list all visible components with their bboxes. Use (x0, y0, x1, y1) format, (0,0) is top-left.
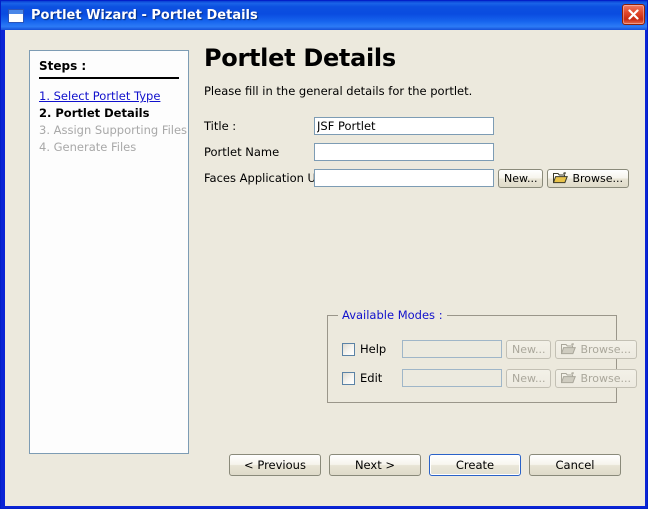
portlet-name-label: Portlet Name (204, 145, 280, 159)
help-browse-button-label: Browse... (580, 342, 632, 356)
cancel-button[interactable]: Cancel (529, 454, 621, 476)
create-button-label: Create (455, 458, 495, 472)
url-new-button-label: New... (504, 171, 538, 185)
sidebar-item-generate-files: 4. Generate Files (39, 140, 137, 154)
edit-browse-button-label: Browse... (580, 371, 632, 385)
help-mode-label: Help (360, 342, 387, 356)
page-title: Portlet Details (204, 44, 396, 72)
next-button[interactable]: Next > (329, 454, 421, 476)
title-bar: Portlet Wizard - Portlet Details (1, 1, 647, 30)
help-new-button: New... (506, 339, 552, 359)
dialog-client-area: Steps : 1. Select Portlet Type 2. Portle… (5, 30, 645, 506)
mode-row-help: Help New... Browse... (342, 339, 638, 359)
available-modes-legend: Available Modes : (338, 308, 447, 322)
previous-button-label: < Previous (244, 458, 306, 472)
faces-application-url-row: Faces Application URL New... Browse... (204, 168, 634, 188)
title-row: Title : (204, 116, 634, 136)
available-modes-groupbox: Available Modes : Help New... Browse... … (327, 308, 638, 403)
edit-mode-checkbox[interactable] (342, 371, 355, 385)
edit-browse-button: Browse... (555, 368, 638, 388)
help-browse-button: Browse... (555, 339, 638, 359)
portlet-name-input[interactable] (314, 143, 494, 161)
url-new-button[interactable]: New... (498, 168, 544, 188)
folder-icon (553, 171, 569, 184)
edit-mode-input (402, 369, 502, 387)
title-input[interactable] (314, 117, 494, 135)
previous-button[interactable]: < Previous (229, 454, 321, 476)
window-title: Portlet Wizard - Portlet Details (31, 8, 258, 23)
help-new-button-label: New... (512, 342, 546, 356)
steps-heading: Steps : (39, 59, 87, 73)
sidebar-item-select-portlet-type[interactable]: 1. Select Portlet Type (39, 88, 179, 105)
window-icon (8, 8, 24, 23)
url-browse-button[interactable]: Browse... (547, 168, 630, 188)
steps-divider (39, 77, 179, 79)
url-browse-button-label: Browse... (572, 171, 624, 185)
edit-new-button-label: New... (512, 371, 546, 385)
faces-application-url-input[interactable] (314, 169, 494, 187)
folder-icon (561, 371, 577, 384)
cancel-button-label: Cancel (555, 458, 595, 472)
main-pane: Portlet Details Please fill in the gener… (204, 44, 634, 194)
create-button[interactable]: Create (429, 454, 521, 476)
title-label: Title : (204, 119, 237, 133)
close-button[interactable] (622, 4, 645, 25)
next-button-label: Next > (354, 458, 396, 472)
help-mode-input (402, 340, 502, 358)
dialog-footer: < Previous Next > Create Cancel (5, 454, 645, 476)
help-mode-checkbox[interactable] (342, 342, 355, 356)
mode-row-edit: Edit New... Browse... (342, 368, 638, 388)
sidebar-item-portlet-details[interactable]: 2. Portlet Details (39, 105, 179, 122)
edit-mode-label: Edit (360, 371, 383, 385)
portlet-wizard-window: Portlet Wizard - Portlet Details Steps :… (0, 0, 648, 509)
folder-icon (561, 342, 577, 355)
close-icon (628, 9, 639, 20)
page-subtitle: Please fill in the general details for t… (204, 84, 473, 98)
sidebar-item-assign-supporting-files: 3. Assign Supporting Files (39, 123, 188, 137)
steps-panel: Steps : 1. Select Portlet Type 2. Portle… (29, 50, 189, 454)
faces-application-url-label: Faces Application URL (204, 171, 331, 185)
portlet-name-row: Portlet Name (204, 142, 634, 162)
edit-new-button: New... (506, 368, 552, 388)
